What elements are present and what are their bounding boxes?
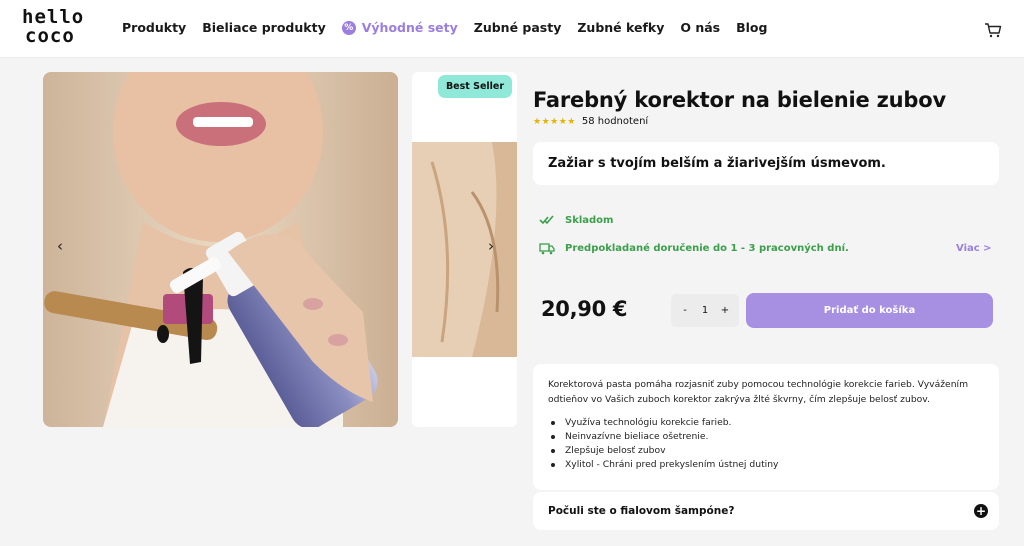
- nav-item-vyhodne-sety[interactable]: % Výhodné sety: [341, 20, 458, 35]
- logo-line-2: coco: [25, 25, 75, 47]
- feature-item: Zlepšuje belosť zubov: [550, 444, 778, 458]
- faq-question: Počuli ste o fialovom šampóne?: [548, 505, 735, 517]
- delivery-info: Predpokladané doručenie do 1 - 3 pracovn…: [539, 242, 849, 255]
- product-photo-2: [412, 72, 517, 427]
- product-second-image[interactable]: ›: [412, 72, 517, 427]
- feature-item: Využíva technológiu korekcie farieb.: [550, 416, 778, 430]
- double-check-icon: [539, 215, 554, 225]
- qty-value[interactable]: 1: [697, 305, 713, 316]
- feature-item: Xylitol - Chráni pred prekyslením ústnej…: [550, 459, 779, 470]
- product-price: 20,90 €: [541, 297, 628, 321]
- cart-icon[interactable]: [984, 22, 1002, 38]
- main-nav: Produkty Bieliace produkty % Výhodné set…: [122, 20, 767, 35]
- nav-item-bieliace-produkty[interactable]: Bieliace produkty: [202, 20, 326, 35]
- feature-item: Neinvazívne bieliace ošetrenie.: [550, 430, 778, 444]
- brand-logo[interactable]: hello coco: [22, 8, 92, 50]
- nav-item-produkty[interactable]: Produkty: [122, 20, 186, 35]
- qty-decrease-button[interactable]: -: [677, 305, 693, 316]
- product-title: Farebný korektor na bielenie zubov: [533, 88, 946, 112]
- product-main-image[interactable]: ‹: [43, 72, 398, 427]
- delivery-label: Predpokladané doručenie do 1 - 3 pracovn…: [565, 243, 849, 254]
- nav-item-o-nas[interactable]: O nás: [680, 20, 720, 35]
- nav-item-blog[interactable]: Blog: [736, 20, 767, 35]
- nav-item-zubne-kefky[interactable]: Zubné kefky: [577, 20, 664, 35]
- quantity-stepper: - 1 +: [671, 294, 739, 327]
- add-to-cart-button[interactable]: Pridať do košíka: [746, 293, 993, 328]
- nav-item-label: Výhodné sety: [361, 20, 458, 35]
- site-header: hello coco Produkty Bieliace produkty % …: [0, 0, 1024, 58]
- stock-status: Skladom: [539, 214, 613, 226]
- nav-item-zubne-pasty[interactable]: Zubné pasty: [474, 20, 562, 35]
- faq-accordion[interactable]: Počuli ste o fialovom šampóne? +: [533, 492, 999, 530]
- product-photo: [43, 72, 398, 427]
- rating-stars: ★★★★★: [533, 116, 576, 127]
- tagline-card: Zažiar s tvojím belším a žiarivejším úsm…: [533, 142, 999, 185]
- stock-label: Skladom: [565, 214, 614, 226]
- gallery-next-arrow[interactable]: ›: [483, 238, 499, 254]
- expand-plus-icon[interactable]: +: [974, 504, 988, 518]
- truck-icon: [539, 243, 555, 255]
- product-tagline: Zažiar s tvojím belším a žiarivejším úsm…: [548, 156, 886, 171]
- product-rating[interactable]: ★★★★★ 58 hodnotení: [533, 116, 648, 127]
- percent-icon: %: [341, 20, 356, 35]
- product-description: Korektorová pasta pomáha rozjasniť zuby …: [548, 379, 969, 405]
- rating-count: 58 hodnotení: [581, 116, 649, 127]
- qty-increase-button[interactable]: +: [717, 305, 733, 316]
- description-card: Korektorová pasta pomáha rozjasniť zuby …: [533, 364, 999, 490]
- feature-list: Využíva technológiu korekcie farieb. Nei…: [550, 416, 779, 472]
- gallery-prev-arrow[interactable]: ‹: [52, 238, 68, 254]
- best-seller-badge: Best Seller: [438, 75, 512, 98]
- delivery-more-link[interactable]: Viac >: [956, 243, 992, 254]
